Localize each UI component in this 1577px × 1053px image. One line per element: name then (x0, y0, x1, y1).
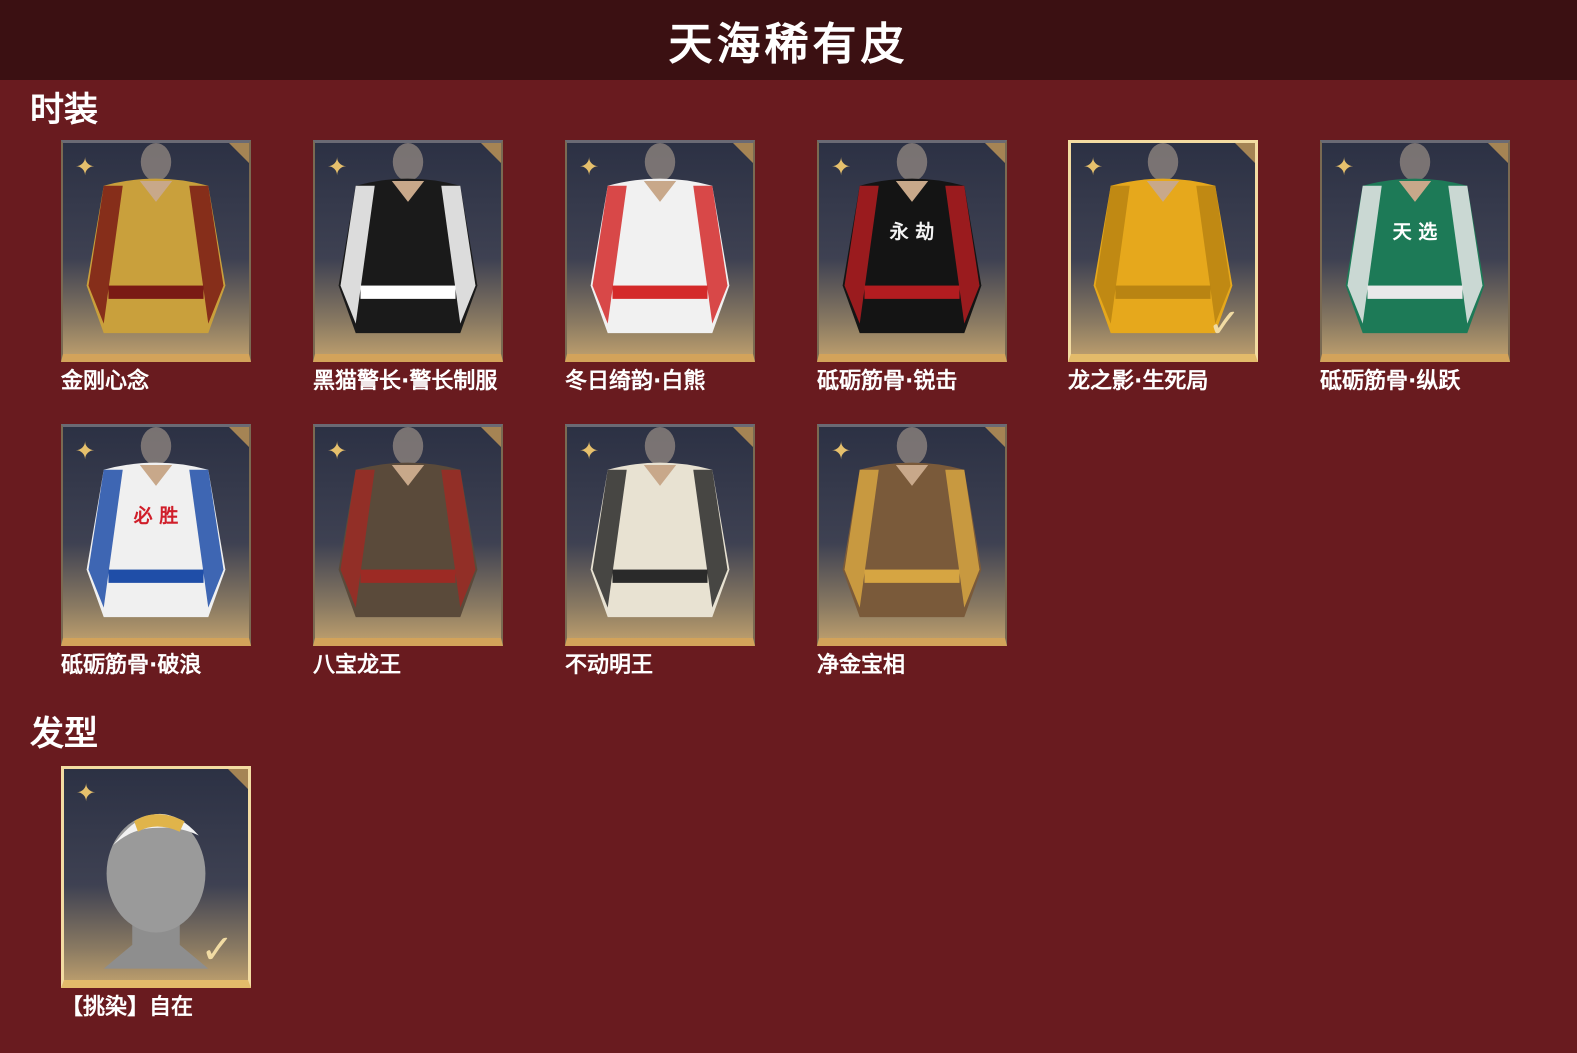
item-label: 【挑染】自在 (61, 995, 194, 1020)
item-label: 砥砺筋骨·破浪 (61, 653, 202, 678)
chest-print-text: 天 选 (1393, 221, 1438, 243)
outfit-card[interactable]: ✦ 金刚心念 (61, 140, 251, 396)
outfit-card[interactable]: 必 胜 ✦ 砥砺筋骨·破浪 (61, 424, 251, 680)
hairstyle-card[interactable]: ✦ ✓ 【挑染】自在 (61, 766, 251, 1022)
item-label: 冬日绮韵·白熊 (565, 369, 706, 394)
outfit-card[interactable]: ✦ 黑猫警长·警长制服 (313, 140, 503, 396)
corner-tag-icon (479, 143, 501, 165)
item-label: 净金宝相 (817, 653, 906, 678)
check-icon: ✓ (200, 927, 234, 973)
section-title-hairstyles: 发型 (30, 714, 98, 754)
item-label: 黑猫警长·警长制服 (313, 369, 498, 394)
outfit-card[interactable]: ✦ ✓ 龙之影·生死局 (1068, 140, 1258, 396)
outfit-card[interactable]: 永 劫 ✦ 砥砺筋骨·锐击 (817, 140, 1007, 396)
item-label: 砥砺筋骨·纵跃 (1320, 369, 1461, 394)
item-thumbnail[interactable]: ✦ (313, 424, 503, 646)
corner-tag-icon (731, 427, 753, 449)
item-thumbnail[interactable]: 永 劫 ✦ (817, 140, 1007, 362)
corner-tag-icon (226, 769, 248, 791)
corner-tag-icon (479, 427, 501, 449)
item-label: 八宝龙王 (313, 653, 402, 678)
chest-print-text: 永 劫 (889, 220, 935, 243)
sparkle-icon: ✦ (831, 437, 852, 465)
item-thumbnail[interactable]: 必 胜 ✦ (61, 424, 251, 646)
item-label: 金刚心念 (61, 369, 150, 394)
sparkle-icon: ✦ (1083, 153, 1104, 181)
corner-tag-icon (983, 427, 1005, 449)
section-title-outfits: 时装 (30, 90, 98, 130)
sparkle-icon: ✦ (579, 153, 600, 181)
outfit-card[interactable]: ✦ 净金宝相 (817, 424, 1007, 680)
page-title: 天海稀有皮 (668, 19, 909, 70)
item-thumbnail[interactable]: ✦ (817, 424, 1007, 646)
check-icon: ✓ (1207, 301, 1241, 347)
item-label: 不动明王 (565, 653, 654, 678)
item-thumbnail[interactable]: ✦ (61, 140, 251, 362)
sparkle-icon: ✦ (327, 437, 348, 465)
corner-tag-icon (1233, 143, 1255, 165)
outfit-card[interactable]: ✦ 八宝龙王 (313, 424, 503, 680)
chest-print-text: 必 胜 (133, 504, 179, 527)
item-label: 砥砺筋骨·锐击 (817, 369, 958, 394)
page-header: 天海稀有皮 (0, 0, 1577, 80)
item-thumbnail[interactable]: 天 选 ✦ (1320, 140, 1510, 362)
item-label: 龙之影·生死局 (1068, 369, 1209, 394)
sparkle-icon: ✦ (831, 153, 852, 181)
sparkle-icon: ✦ (75, 153, 96, 181)
sparkle-icon: ✦ (75, 437, 96, 465)
outfit-card[interactable]: ✦ 冬日绮韵·白熊 (565, 140, 755, 396)
item-thumbnail[interactable]: ✦ ✓ (1068, 140, 1258, 362)
item-thumbnail[interactable]: ✦ (313, 140, 503, 362)
sparkle-icon: ✦ (1334, 153, 1355, 181)
sparkle-icon: ✦ (327, 153, 348, 181)
corner-tag-icon (227, 143, 249, 165)
item-thumbnail[interactable]: ✦ (565, 140, 755, 362)
outfit-card[interactable]: 天 选 ✦ 砥砺筋骨·纵跃 (1320, 140, 1510, 396)
corner-tag-icon (731, 143, 753, 165)
corner-tag-icon (1486, 143, 1508, 165)
item-thumbnail[interactable]: ✦ (565, 424, 755, 646)
corner-tag-icon (983, 143, 1005, 165)
sparkle-icon: ✦ (579, 437, 600, 465)
corner-tag-icon (227, 427, 249, 449)
item-thumbnail[interactable]: ✦ ✓ (61, 766, 251, 988)
sparkle-icon: ✦ (76, 779, 97, 807)
outfit-card[interactable]: ✦ 不动明王 (565, 424, 755, 680)
